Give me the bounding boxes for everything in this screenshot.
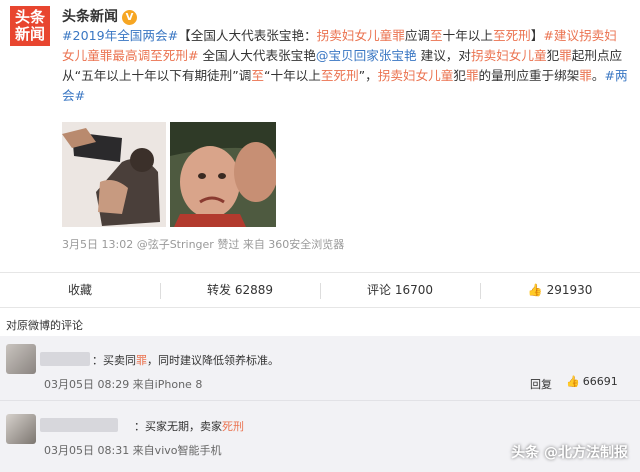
text-seg: 犯 bbox=[546, 48, 560, 63]
text-hl: 拐卖妇女儿童 bbox=[471, 48, 547, 63]
repost-count: 62889 bbox=[234, 283, 274, 297]
commenter-avatar[interactable] bbox=[6, 344, 36, 374]
author-name[interactable]: 头条新闻 V bbox=[62, 6, 137, 26]
action-bar: 收藏 转发 62889 评论 16700 👍 291930 bbox=[0, 272, 640, 308]
image-2-art bbox=[170, 122, 276, 227]
verified-icon: V bbox=[122, 10, 137, 25]
comment-text: ：买卖同罪，同时建议降低领养标准。 bbox=[92, 352, 279, 368]
comment-time: 03月05日 08:29 来自iPhone 8 bbox=[44, 378, 203, 391]
comment-button[interactable]: 评论 16700 bbox=[320, 273, 480, 307]
source-watermark: 头条 @北方法制报 bbox=[511, 445, 628, 461]
favorite-button[interactable]: 收藏 bbox=[0, 273, 160, 307]
text-hl: 拐卖妇女儿童罪 bbox=[316, 28, 405, 43]
comment-item: ：买家无期，卖家死刑 03月05日 08:31 来自vivo智能手机 bbox=[0, 408, 640, 472]
commenter-name-redacted[interactable] bbox=[40, 418, 118, 432]
commenter-avatar[interactable] bbox=[6, 414, 36, 444]
comment-like-button[interactable]: 👍 66691 bbox=[566, 375, 618, 388]
text-seg: 【全国人大代表张宝艳： bbox=[178, 28, 317, 43]
comment-item: ：买卖同罪，同时建议降低领养标准。 03月05日 08:29 来自iPhone … bbox=[0, 340, 640, 398]
post-time[interactable]: 3月5日 13:02 bbox=[62, 238, 133, 251]
post-text: #2019年全国两会#【全国人大代表张宝艳：拐卖妇女儿童罪应调至十年以上至死刑】… bbox=[62, 26, 628, 106]
text-seg: 犯 bbox=[453, 68, 466, 83]
image-1-art bbox=[62, 122, 166, 227]
comment-text: ：买家无期，卖家死刑 bbox=[134, 418, 244, 434]
post-image-1[interactable] bbox=[62, 122, 166, 227]
text-hl: 罪 bbox=[465, 68, 479, 83]
repost-label: 转发 bbox=[206, 283, 231, 297]
comment-text-seg: ：买卖同 bbox=[92, 354, 136, 367]
author-label[interactable]: 头条新闻 bbox=[62, 9, 118, 25]
favorite-label: 收藏 bbox=[67, 283, 92, 297]
commenter-name-redacted[interactable] bbox=[40, 352, 90, 366]
text-hl: 罪 bbox=[559, 48, 572, 63]
post-meta: 3月5日 13:02 @弦子Stringer 赞过 来自 360安全浏览器 bbox=[62, 236, 344, 252]
post-image-2[interactable] bbox=[170, 122, 276, 227]
mention-link[interactable]: @宝贝回家张宝艳 bbox=[316, 48, 417, 63]
comment-text-seg: ：买家无期，卖家 bbox=[134, 420, 222, 433]
text-seg: 的量刑应重于绑架 bbox=[478, 68, 580, 83]
comment-text-seg: ，同时建议降低领养标准。 bbox=[147, 354, 279, 367]
text-hl: 至 bbox=[430, 28, 443, 43]
text-hl: 至死刑 bbox=[320, 68, 359, 83]
text-hl: 至 bbox=[251, 68, 264, 83]
comments-header: 对原微博的评论 bbox=[6, 319, 83, 332]
text-seg: 全国人大代表张宝艳 bbox=[198, 48, 316, 63]
text-hl: 罪 bbox=[579, 68, 592, 83]
comment-like-count: 66691 bbox=[582, 375, 618, 388]
text-hl: 至死刑 bbox=[492, 28, 531, 43]
text-seg: 应调 bbox=[404, 28, 430, 43]
text-seg: 建议，对 bbox=[416, 48, 471, 63]
like-count: 291930 bbox=[546, 283, 593, 297]
post-source: @弦子Stringer 赞过 来自 360安全浏览器 bbox=[136, 238, 345, 251]
logo-line2: 新闻 bbox=[14, 25, 45, 43]
comment-label: 评论 bbox=[366, 283, 391, 297]
text-seg: 。 bbox=[591, 68, 605, 83]
text-seg: 】 bbox=[530, 28, 544, 43]
author-avatar[interactable]: 头条 新闻 bbox=[10, 6, 50, 46]
comment-time: 03月05日 08:31 来自vivo智能手机 bbox=[44, 444, 222, 457]
text-hl: 拐卖妇女儿童 bbox=[377, 68, 454, 83]
weibo-post: 头条 新闻 头条新闻 V #2019年全国两会#【全国人大代表张宝艳：拐卖妇女儿童… bbox=[0, 0, 640, 270]
text-seg: “十年以上 bbox=[263, 68, 321, 83]
text-seg: 十年以上 bbox=[442, 28, 493, 43]
comment-divider bbox=[0, 400, 640, 401]
thumbs-up-icon: 👍 bbox=[566, 375, 580, 388]
thumbs-up-icon: 👍 bbox=[527, 283, 543, 297]
hashtag-link[interactable]: #2019年全国两会# bbox=[62, 28, 178, 43]
repost-button[interactable]: 转发 62889 bbox=[160, 273, 320, 307]
comment-text-hl: 死刑 bbox=[222, 420, 244, 433]
logo-line1: 头条 bbox=[14, 8, 45, 26]
text-seg: ”， bbox=[358, 68, 378, 83]
reply-button[interactable]: 回复 bbox=[530, 376, 552, 392]
like-button[interactable]: 👍 291930 bbox=[480, 273, 640, 307]
comment-text-hl: 罪 bbox=[136, 354, 147, 367]
comment-count: 16700 bbox=[394, 283, 434, 297]
